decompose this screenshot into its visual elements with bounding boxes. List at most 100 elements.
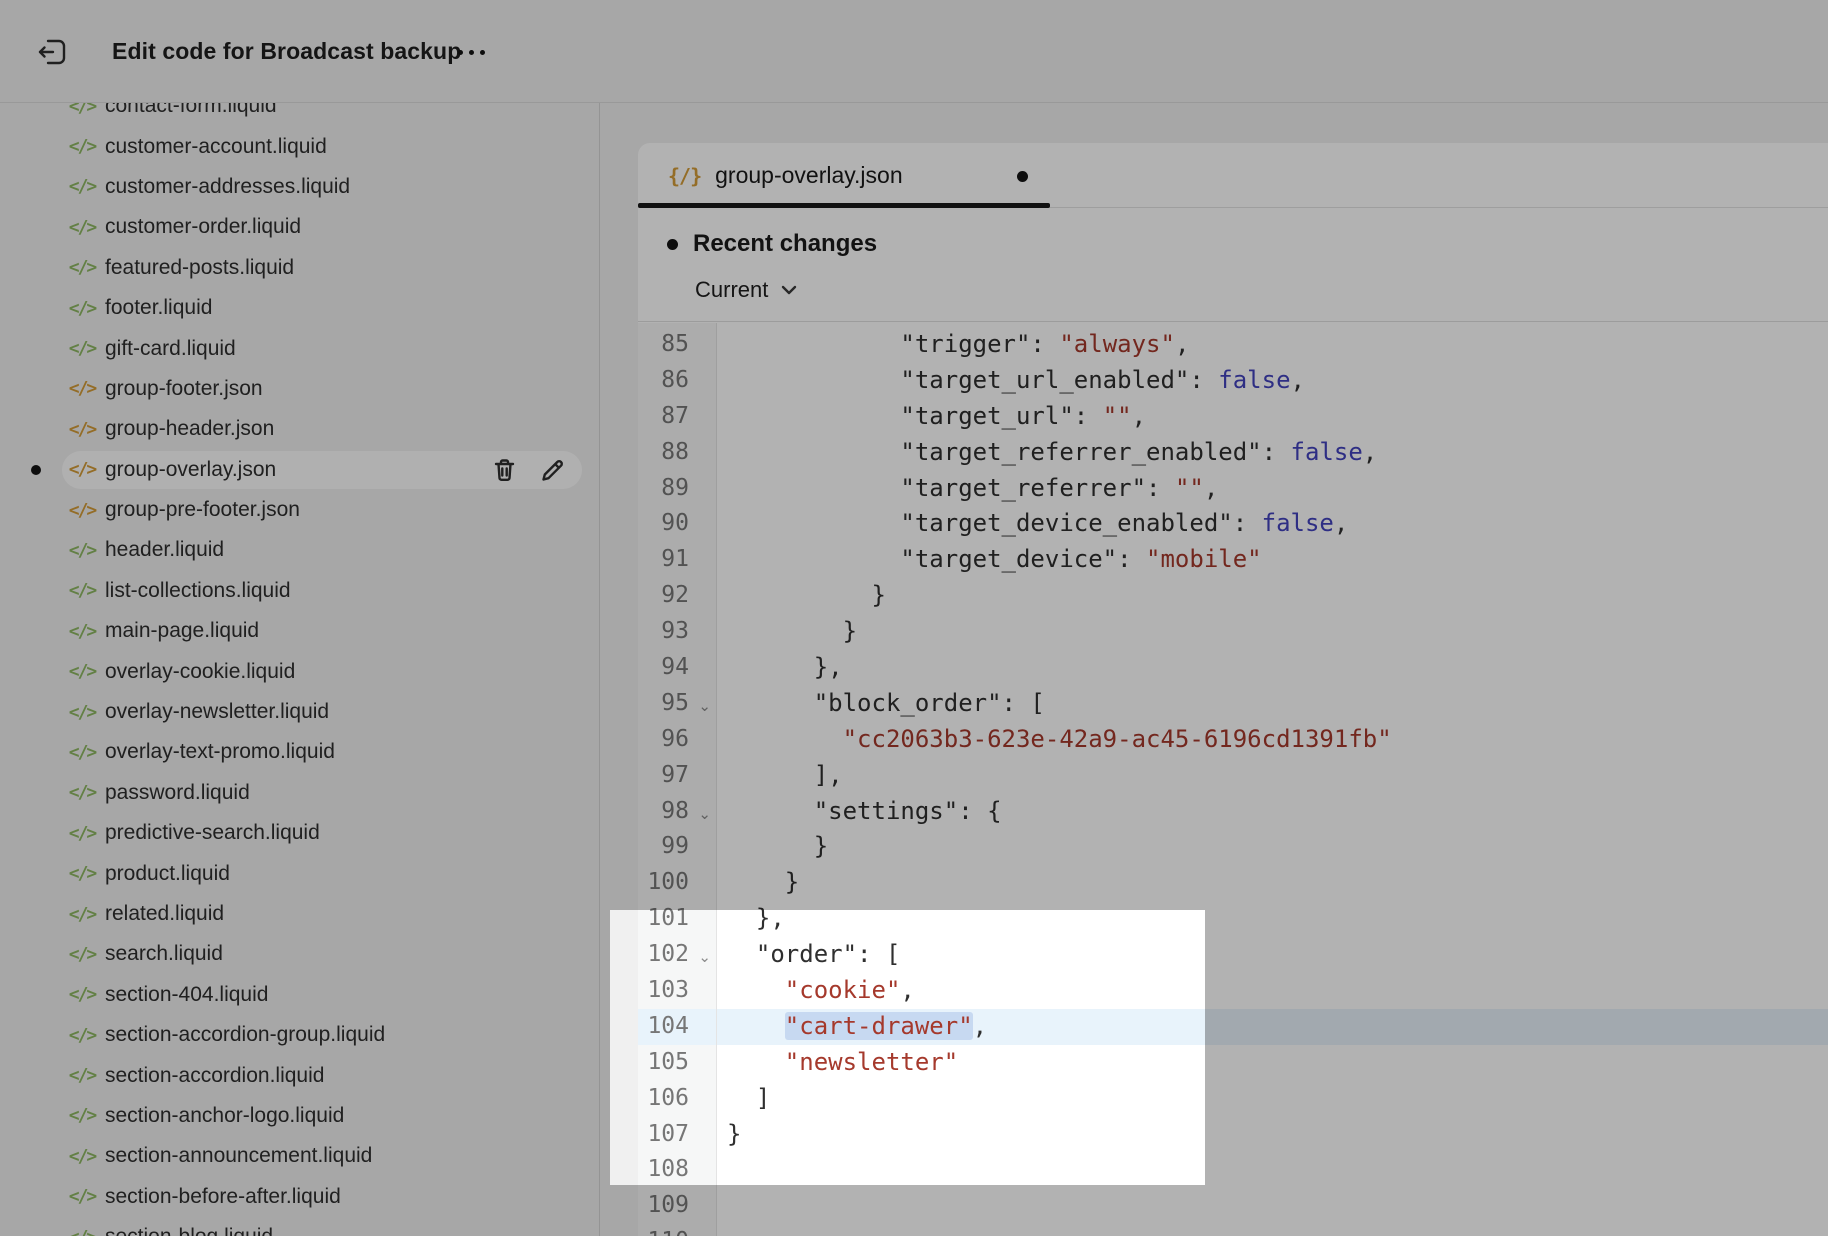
code-line-88[interactable]: 88 "target_referrer_enabled": false, [638,435,1828,471]
rename-file-icon[interactable] [539,457,566,484]
tab-label: group-overlay.json [715,162,903,189]
sidebar-file-contact-form-liquid[interactable]: </>contact-form.liquid [0,103,599,126]
file-name: group-overlay.json [105,458,276,482]
sidebar-file-overlay-text-promo-liquid[interactable]: </>overlay-text-promo.liquid [0,732,599,772]
liquid-code-icon: </> [66,1227,98,1236]
sidebar-file-search-liquid[interactable]: </>search.liquid [0,934,599,974]
exit-code-editor-icon[interactable] [36,38,68,66]
file-name: group-pre-footer.json [105,498,300,522]
code-text [717,1188,1828,1224]
sidebar-file-group-header-json[interactable]: </>group-header.json [0,409,599,449]
code-text: ] [717,1081,1828,1117]
code-line-110[interactable]: 110 [638,1224,1828,1236]
liquid-code-icon: </> [66,1105,98,1126]
code-line-87[interactable]: 87 "target_url": "", [638,399,1828,435]
sidebar-file-product-liquid[interactable]: </>product.liquid [0,853,599,893]
fold-chevron-icon[interactable]: ⌄ [698,940,711,976]
sidebar-file-footer-liquid[interactable]: </>footer.liquid [0,288,599,328]
editor-tab-bar: {/} group-overlay.json [638,143,1828,208]
line-number: 102⌄ [638,937,717,973]
sidebar-file-header-liquid[interactable]: </>header.liquid [0,530,599,570]
line-number: 103 [638,973,717,1009]
file-name: customer-addresses.liquid [105,175,350,199]
sidebar-file-overlay-cookie-liquid[interactable]: </>overlay-cookie.liquid [0,651,599,691]
delete-file-icon[interactable] [491,457,518,484]
line-number: 89 [638,471,717,507]
code-text: "target_device": "mobile" [717,542,1828,578]
sidebar-file-section-announcement-liquid[interactable]: </>section-announcement.liquid [0,1136,599,1176]
sidebar-file-customer-addresses-liquid[interactable]: </>customer-addresses.liquid [0,167,599,207]
fold-chevron-icon[interactable]: ⌄ [698,797,711,833]
code-line-103[interactable]: 103 "cookie", [638,973,1828,1009]
code-line-93[interactable]: 93 } [638,614,1828,650]
code-line-86[interactable]: 86 "target_url_enabled": false, [638,363,1828,399]
sidebar-file-section-accordion-group-liquid[interactable]: </>section-accordion-group.liquid [0,1015,599,1055]
line-number: 96 [638,722,717,758]
code-line-105[interactable]: 105 "newsletter" [638,1045,1828,1081]
sidebar-file-section-accordion-liquid[interactable]: </>section-accordion.liquid [0,1055,599,1095]
editor-panel: {/} group-overlay.json Recent changes Cu… [638,143,1828,1236]
sidebar-file-main-page-liquid[interactable]: </>main-page.liquid [0,611,599,651]
liquid-code-icon: </> [66,217,98,238]
sidebar-file-list-collections-liquid[interactable]: </>list-collections.liquid [0,571,599,611]
modified-file-dot [31,465,41,475]
code-line-98[interactable]: 98⌄ "settings": { [638,794,1828,830]
line-number: 106 [638,1081,717,1117]
sidebar-file-group-pre-footer-json[interactable]: </>group-pre-footer.json [0,490,599,530]
fold-chevron-icon[interactable]: ⌄ [698,689,711,725]
code-line-107[interactable]: 107} [638,1117,1828,1153]
file-name: section-anchor-logo.liquid [105,1104,344,1128]
file-name: contact-form.liquid [105,103,277,118]
liquid-code-icon: </> [66,863,98,884]
sidebar-file-group-footer-json[interactable]: </>group-footer.json [0,369,599,409]
sidebar-file-customer-account-liquid[interactable]: </>customer-account.liquid [0,126,599,166]
sidebar-file-group-overlay-json[interactable]: </>group-overlay.json [0,450,599,490]
sidebar-file-customer-order-liquid[interactable]: </>customer-order.liquid [0,207,599,247]
code-line-94[interactable]: 94 }, [638,650,1828,686]
tab-group-overlay-json[interactable]: {/} group-overlay.json [638,143,903,208]
code-text: }, [717,901,1828,937]
code-line-89[interactable]: 89 "target_referrer": "", [638,471,1828,507]
code-line-90[interactable]: 90 "target_device_enabled": false, [638,506,1828,542]
code-text: "settings": { [717,794,1828,830]
code-text: "target_url_enabled": false, [717,363,1828,399]
code-line-99[interactable]: 99 } [638,829,1828,865]
code-line-101[interactable]: 101 }, [638,901,1828,937]
code-editor[interactable]: 85 "trigger": "always",86 "target_url_en… [638,323,1828,1236]
sidebar-file-section-before-after-liquid[interactable]: </>section-before-after.liquid [0,1177,599,1217]
code-line-96[interactable]: 96 "cc2063b3-623e-42a9-ac45-6196cd1391fb… [638,722,1828,758]
sidebar-file-overlay-newsletter-liquid[interactable]: </>overlay-newsletter.liquid [0,692,599,732]
sidebar-file-related-liquid[interactable]: </>related.liquid [0,894,599,934]
sidebar-file-password-liquid[interactable]: </>password.liquid [0,773,599,813]
sidebar-file-featured-posts-liquid[interactable]: </>featured-posts.liquid [0,248,599,288]
liquid-code-icon: </> [66,904,98,925]
code-text: "order": [ [717,937,1828,973]
code-line-92[interactable]: 92 } [638,578,1828,614]
code-line-91[interactable]: 91 "target_device": "mobile" [638,542,1828,578]
code-text: }, [717,650,1828,686]
code-line-106[interactable]: 106 ] [638,1081,1828,1117]
sidebar-file-section-404-liquid[interactable]: </>section-404.liquid [0,975,599,1015]
sidebar-file-section-blog-liquid[interactable]: </> section-blog.liquid [0,1217,599,1236]
more-options-icon[interactable] [458,41,502,63]
file-name: list-collections.liquid [105,579,291,603]
sidebar-file-gift-card-liquid[interactable]: </>gift-card.liquid [0,328,599,368]
code-line-100[interactable]: 100 } [638,865,1828,901]
code-line-102[interactable]: 102⌄ "order": [ [638,937,1828,973]
file-name: section-blog.liquid [105,1225,273,1236]
code-line-108[interactable]: 108 [638,1152,1828,1188]
version-dropdown[interactable]: Current [695,277,797,303]
sidebar-file-section-anchor-logo-liquid[interactable]: </> section-anchor-logo.liquid [0,1096,599,1136]
code-line-85[interactable]: 85 "trigger": "always", [638,327,1828,363]
file-name: footer.liquid [105,296,212,320]
file-name: section-before-after.liquid [105,1185,341,1209]
code-text: "cookie", [717,973,1828,1009]
sidebar-file-predictive-search-liquid[interactable]: </>predictive-search.liquid [0,813,599,853]
code-line-97[interactable]: 97 ], [638,758,1828,794]
code-line-95[interactable]: 95⌄ "block_order": [ [638,686,1828,722]
liquid-code-icon: </> [66,1146,98,1167]
code-line-109[interactable]: 109 [638,1188,1828,1224]
liquid-code-icon: </> [66,944,98,965]
line-number: 101 [638,901,717,937]
code-line-104[interactable]: 104 "cart-drawer", [638,1009,1828,1045]
